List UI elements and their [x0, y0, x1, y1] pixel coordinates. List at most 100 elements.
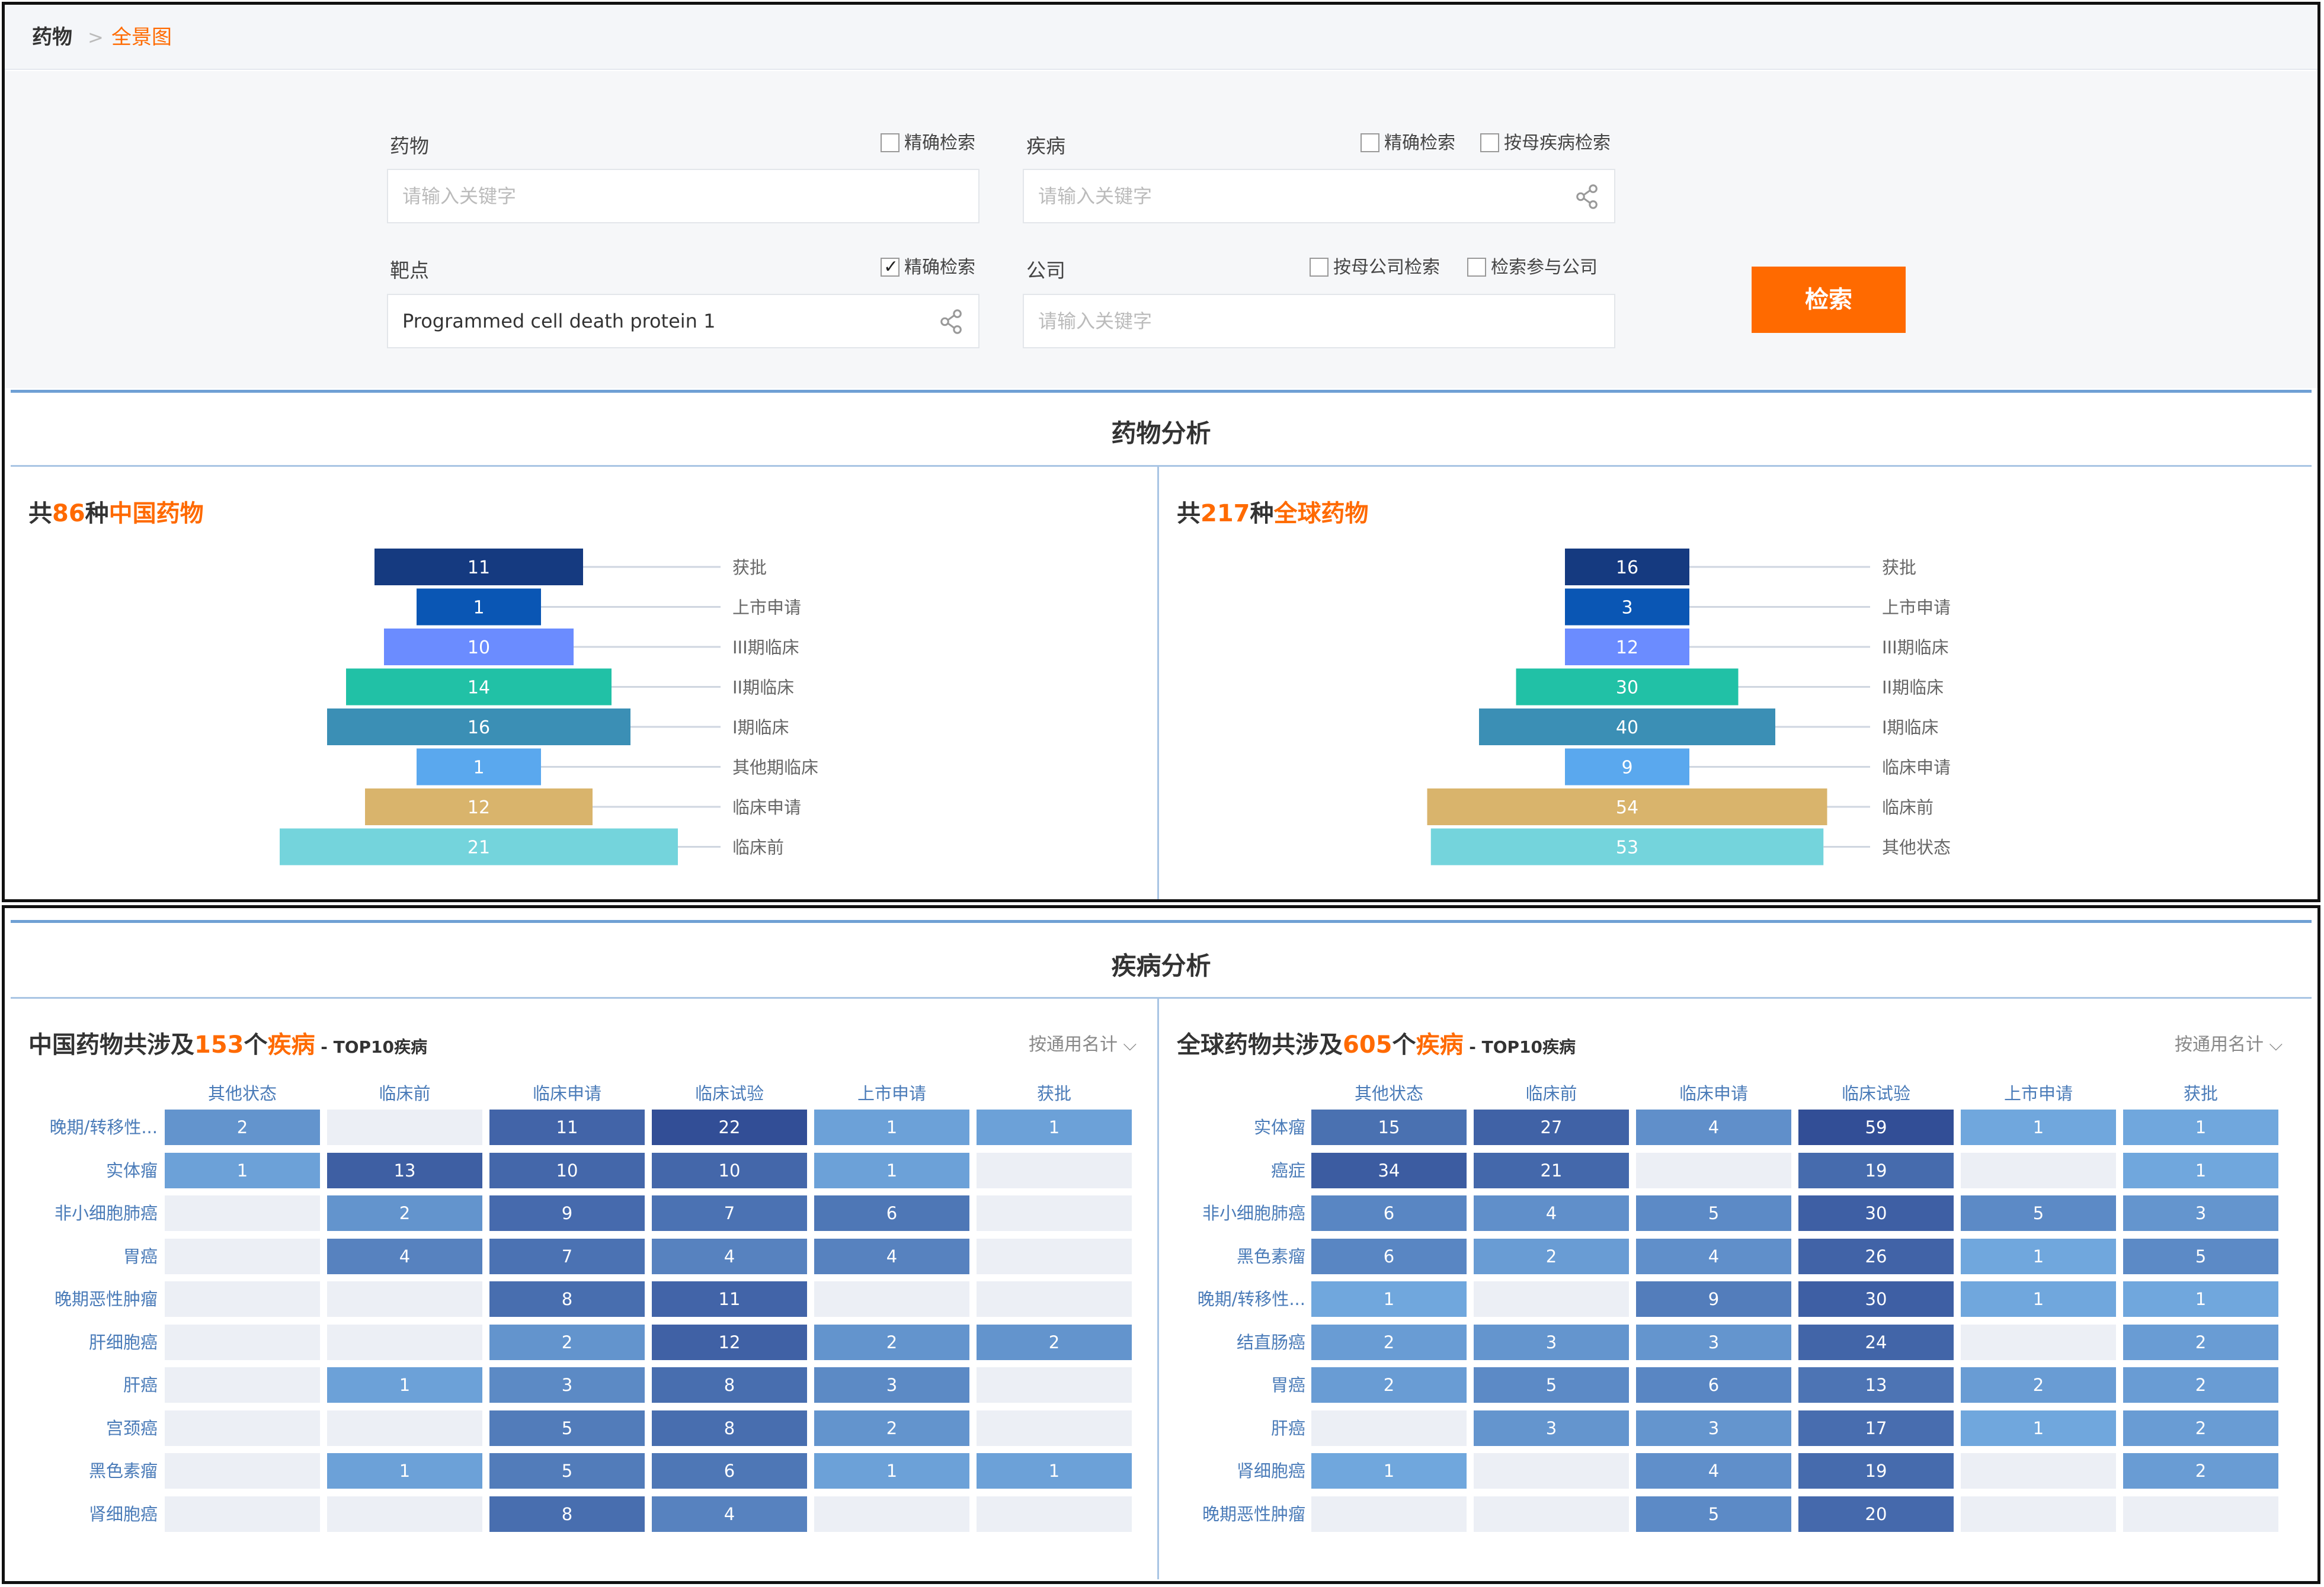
heatmap-cell[interactable]: 5: [1474, 1367, 1629, 1403]
company-part-checkbox[interactable]: 检索参与公司: [1467, 255, 1598, 281]
funnel-value-label: 53: [1616, 838, 1638, 858]
funnel-category-label: 临床前: [732, 838, 784, 858]
heatmap-cell[interactable]: 5: [1636, 1195, 1791, 1231]
funnel-value-label: 10: [468, 637, 490, 658]
share-icon[interactable]: [1574, 183, 1601, 210]
heatmap-cell[interactable]: 5: [1636, 1496, 1791, 1532]
drug-input[interactable]: 请输入关键字: [387, 169, 979, 223]
heatmap-cell[interactable]: 2: [1961, 1367, 2116, 1403]
heatmap-cell[interactable]: 3: [1474, 1410, 1629, 1446]
heatmap-cell[interactable]: 59: [1798, 1110, 1954, 1145]
search-button[interactable]: 检索: [1752, 267, 1906, 333]
share-icon[interactable]: [938, 308, 965, 335]
funnel-svg: 11 获批 1 上市申请 10 III期临床 14 II期临床 16 I期临床 1 其他期临床 12 临床…: [280, 549, 818, 865]
target-input[interactable]: Programmed cell death protein 1: [387, 294, 979, 348]
section-divider: [11, 390, 2312, 393]
heatmap-cell[interactable]: 6: [1311, 1238, 1467, 1274]
funnel-category-label: I期临床: [1882, 717, 1939, 738]
heatmap-cell[interactable]: 3: [1474, 1324, 1629, 1360]
heatmap-row-header[interactable]: 晚期恶性肿瘤: [1151, 1496, 1305, 1532]
heatmap-cell[interactable]: 1: [2123, 1152, 2278, 1188]
heatmap-row-header[interactable]: 癌症: [1151, 1153, 1305, 1188]
heatmap-cell: [1961, 1453, 2116, 1489]
heatmap-cell[interactable]: 19: [1798, 1152, 1954, 1188]
checkbox-icon: [1467, 258, 1486, 277]
funnel-value-label: 40: [1616, 717, 1638, 738]
heatmap-cell[interactable]: 19: [1798, 1453, 1954, 1489]
heatmap-cell[interactable]: 1: [1311, 1281, 1467, 1317]
heatmap-cell[interactable]: 27: [1474, 1110, 1629, 1145]
heatmap-cell[interactable]: 5: [1961, 1195, 2116, 1231]
target-exact-checkbox[interactable]: 精确检索: [881, 254, 975, 281]
heatmap-cell[interactable]: 4: [1636, 1238, 1791, 1274]
heatmap-cell[interactable]: 2: [2123, 1367, 2278, 1403]
funnel-value-label: 12: [1616, 637, 1638, 658]
heatmap-row-header[interactable]: 结直肠癌: [1151, 1325, 1305, 1360]
heatmap-row-header[interactable]: 肾细胞癌: [1151, 1453, 1305, 1489]
heatmap-cell[interactable]: 2: [2123, 1324, 2278, 1360]
heatmap-cell[interactable]: 1: [1961, 1110, 2116, 1145]
heatmap-cell[interactable]: 2: [1474, 1238, 1629, 1274]
heatmap-cell[interactable]: 3: [1636, 1324, 1791, 1360]
heatmap-cell[interactable]: 2: [1311, 1324, 1467, 1360]
title-mid: 种: [1250, 500, 1274, 527]
heatmap-row-header[interactable]: 胃癌: [1151, 1367, 1305, 1403]
global-drug-count: 217: [1201, 500, 1250, 527]
heatmap-cell[interactable]: 21: [1474, 1152, 1629, 1188]
heatmap-cell[interactable]: 2: [2123, 1410, 2278, 1446]
heatmap-cell[interactable]: 26: [1798, 1238, 1954, 1274]
heatmap-cell: [1311, 1410, 1467, 1446]
funnel-category-label: 临床申请: [1882, 758, 1951, 778]
heatmap-cell[interactable]: 9: [1636, 1281, 1791, 1317]
funnel-category-label: 上市申请: [1882, 598, 1951, 618]
heatmap-row-header[interactable]: 晚期/转移性...: [1151, 1281, 1305, 1317]
disease-exact-checkbox[interactable]: 精确检索: [1361, 130, 1455, 156]
funnel-value-label: 1: [473, 758, 484, 778]
heatmap-cell[interactable]: 24: [1798, 1324, 1954, 1360]
china-drug-link[interactable]: 中国药物: [109, 500, 204, 527]
heatmap-cell[interactable]: 30: [1798, 1281, 1954, 1317]
company-input[interactable]: 请输入关键字: [1023, 294, 1615, 348]
heatmap-cell[interactable]: 6: [1311, 1195, 1467, 1231]
heatmap-cell[interactable]: 15: [1311, 1110, 1467, 1145]
heatmap-cell[interactable]: 6: [1636, 1367, 1791, 1403]
funnel-value-label: 9: [1621, 758, 1632, 778]
china-drug-funnel-chart: 11 获批 1 上市申请 10 III期临床 14 II期临床 16 I期临床 1 其他期临床 12 临床…: [5, 538, 1154, 893]
company-parent-checkbox[interactable]: 按母公司检索: [1310, 255, 1440, 281]
disease-input[interactable]: 请输入关键字: [1023, 169, 1615, 223]
breadcrumb-root-link[interactable]: 药物: [32, 23, 72, 52]
heatmap-row-header[interactable]: 实体瘤: [1151, 1110, 1305, 1145]
heatmap-cell[interactable]: 1: [2123, 1110, 2278, 1145]
heatmap-cell[interactable]: 1: [1961, 1238, 2116, 1274]
funnel-category-label: I期临床: [732, 717, 789, 738]
heatmap-row-header[interactable]: 肝癌: [1151, 1410, 1305, 1446]
heatmap-cell[interactable]: 3: [2123, 1195, 2278, 1231]
heatmap-cell[interactable]: 17: [1798, 1410, 1954, 1446]
drug-exact-checkbox[interactable]: 精确检索: [881, 130, 975, 156]
disease-label: 疾病: [1026, 134, 1065, 158]
heatmap-cell[interactable]: 34: [1311, 1152, 1467, 1188]
funnel-category-label: 获批: [732, 557, 767, 578]
heatmap-cell[interactable]: 13: [1798, 1367, 1954, 1403]
heatmap-cell[interactable]: 1: [1311, 1453, 1467, 1489]
heatmap-cell[interactable]: 4: [1636, 1453, 1791, 1489]
heatmap-cell[interactable]: 30: [1798, 1195, 1954, 1231]
heatmap-cell[interactable]: 20: [1798, 1496, 1954, 1532]
heatmap-cell[interactable]: 2: [1311, 1367, 1467, 1403]
checkbox-icon: [881, 133, 899, 152]
heatmap-cell[interactable]: 4: [1636, 1110, 1791, 1145]
global-drug-link[interactable]: 全球药物: [1274, 500, 1369, 527]
breadcrumb: 药物 > 全景图: [5, 5, 2317, 70]
heatmap-cell[interactable]: 5: [2123, 1238, 2278, 1274]
heatmap-cell[interactable]: 1: [2123, 1281, 2278, 1317]
heatmap-cell[interactable]: 3: [1636, 1410, 1791, 1446]
heatmap-cell[interactable]: 1: [1961, 1410, 2116, 1446]
heatmap-column-header: 其他状态: [1354, 1083, 1423, 1104]
heatmap-cell[interactable]: 1: [1961, 1281, 2116, 1317]
heatmap-row-header[interactable]: 非小细胞肺癌: [1151, 1195, 1305, 1231]
heatmap-row-header[interactable]: 黑色素瘤: [1151, 1239, 1305, 1274]
heatmap-column-header: 临床前: [1525, 1083, 1577, 1104]
heatmap-cell[interactable]: 4: [1474, 1195, 1629, 1231]
disease-parent-checkbox[interactable]: 按母疾病检索: [1480, 130, 1611, 156]
heatmap-cell[interactable]: 2: [2123, 1453, 2278, 1489]
